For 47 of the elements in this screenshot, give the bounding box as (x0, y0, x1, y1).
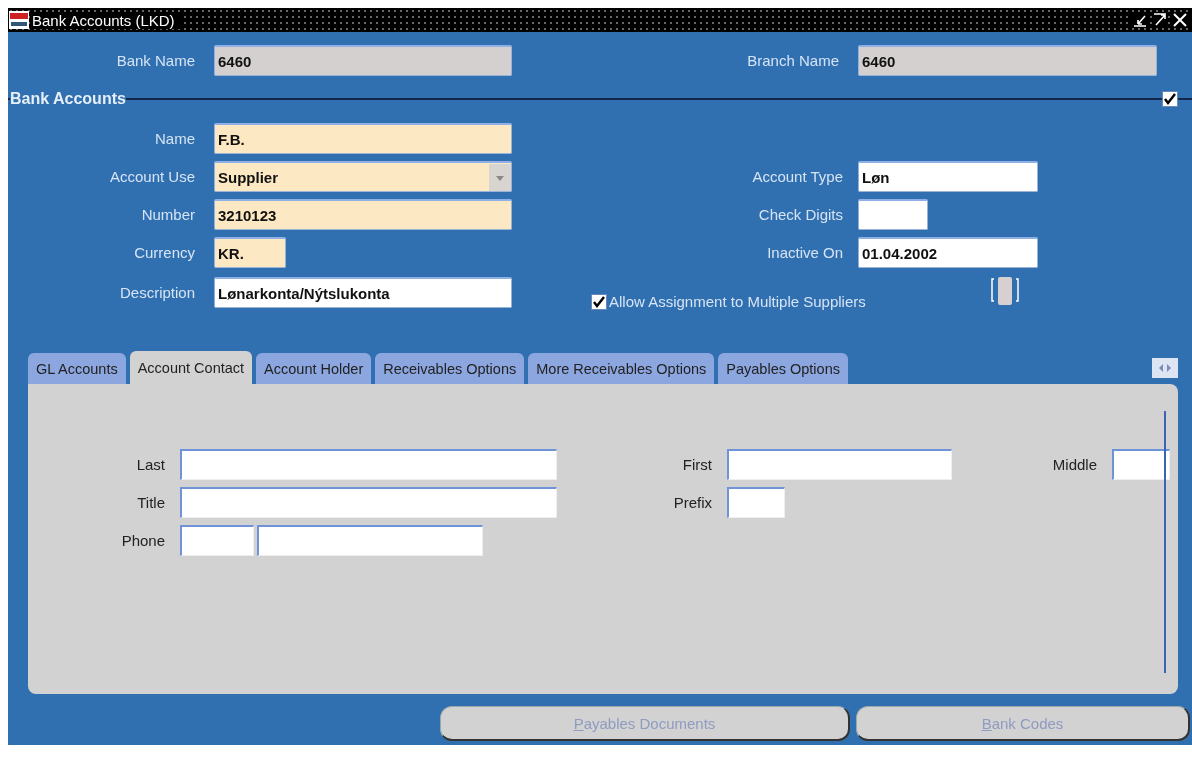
field-label: Bank Name (115, 52, 195, 69)
text-field[interactable]: 3210123 (214, 199, 512, 230)
flex-field-icon[interactable] (989, 274, 1020, 307)
field-label: Phone (120, 532, 165, 549)
field-label: Last (135, 456, 165, 473)
field-label: Account Type (751, 168, 843, 185)
field-label: Description (118, 284, 195, 301)
text-field[interactable] (180, 487, 557, 518)
field-label: Check Digits (757, 206, 843, 223)
text-field[interactable]: Supplier (214, 161, 512, 192)
text-field[interactable]: 6460 (858, 45, 1157, 76)
text-field[interactable] (180, 449, 557, 480)
tab[interactable]: More Receivables Options (528, 353, 715, 384)
checkbox[interactable] (591, 293, 607, 310)
field-label: Account Use (108, 168, 195, 185)
tab[interactable]: Receivables Options (375, 353, 525, 384)
close-icon[interactable] (1172, 12, 1188, 28)
text-field[interactable] (727, 487, 785, 518)
section-title: Bank Accounts (10, 90, 126, 108)
field-label: First (681, 456, 712, 473)
text-field[interactable]: KR. (214, 237, 286, 268)
text-field[interactable] (257, 525, 483, 556)
text-field[interactable] (1112, 449, 1170, 480)
field-label: Number (140, 206, 195, 223)
tab[interactable]: GL Accounts (28, 353, 126, 384)
text-field[interactable]: 6460 (214, 45, 512, 76)
field-label: Branch Name (746, 52, 839, 69)
tab[interactable]: Account Holder (256, 353, 372, 384)
field-label: Middle (1051, 456, 1097, 473)
text-field[interactable]: 01.04.2002 (858, 237, 1038, 268)
text-field[interactable]: Løn (858, 161, 1038, 192)
app-icon (8, 9, 30, 31)
field-label: Currency (133, 244, 195, 261)
field-label: Prefix (672, 494, 712, 511)
text-field[interactable] (180, 525, 254, 556)
text-field[interactable]: Lønarkonta/Nýtslukonta (214, 277, 512, 308)
tab[interactable]: Payables Options (718, 353, 848, 384)
tab-scroll-icon[interactable] (1152, 357, 1178, 378)
text-field[interactable]: F.B. (214, 123, 512, 154)
text-field[interactable] (727, 449, 952, 480)
tab[interactable]: Account Contact (129, 351, 253, 384)
field-label: Name (154, 130, 195, 147)
field-label: Title (136, 494, 165, 511)
text-field[interactable] (858, 199, 928, 230)
checkbox[interactable] (1162, 91, 1178, 107)
field-label: Inactive On (766, 244, 843, 261)
checkbox-label: Allow Assignment to Multiple Suppliers (609, 293, 866, 310)
